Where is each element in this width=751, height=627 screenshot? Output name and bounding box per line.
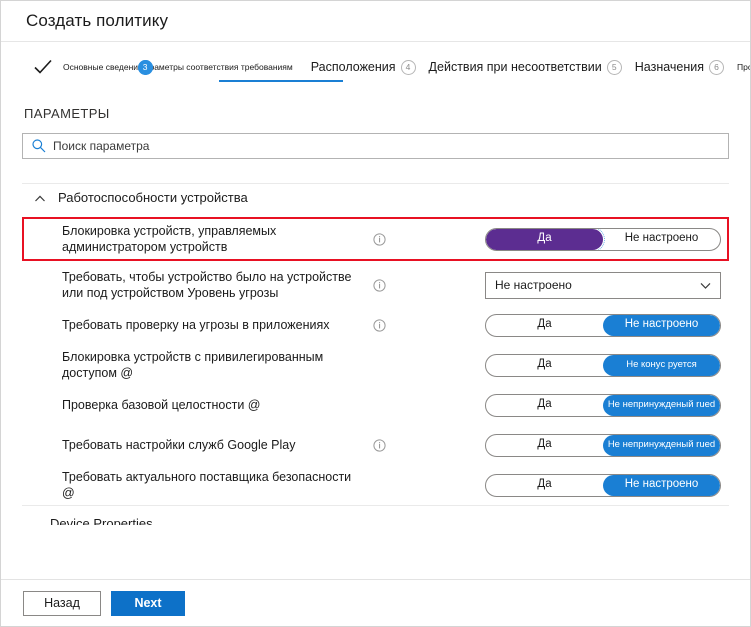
search-box[interactable] [22, 133, 729, 159]
setting-label: Требовать, чтобы устройство было на устр… [62, 270, 352, 300]
pill-option-yes[interactable]: Да [486, 475, 603, 496]
wizard-step-review[interactable]: Проверка [728, 42, 751, 92]
setting-row: Требовать, чтобы устройство было на устр… [22, 265, 729, 305]
page-title: Создать политику [26, 10, 169, 30]
pill-option-yes[interactable]: Да [486, 355, 603, 376]
wizard-step-assignments[interactable]: Назначения 6 [626, 42, 728, 92]
setting-label: Блокировка устройств с привилегированным… [62, 350, 324, 380]
chevron-up-icon [34, 192, 46, 204]
setting-control: Да Не настроено [485, 473, 721, 497]
pill-option-not-configured[interactable]: Не настроено [603, 314, 720, 336]
wizard-step-label: Параметры соответствия требованиям [138, 62, 293, 72]
toggle-pill[interactable]: Да Не непринужденый rued [485, 433, 721, 457]
pill-option-not-configured[interactable]: Не конус руется [603, 354, 720, 376]
setting-label: Требовать проверку на угрозы в приложени… [62, 318, 330, 332]
setting-row: Проверка базовой целостности @ Да Не неп… [22, 385, 729, 425]
settings-panel: ПАРАМЕТРЫ Работоспособности устройства [0, 92, 751, 527]
setting-control: Да Не непринужденый rued [485, 393, 721, 417]
info-icon[interactable] [372, 232, 386, 246]
setting-label: Блокировка устройств, управляемых админи… [62, 224, 277, 254]
wizard-step-label: Действия при несоответствии [428, 60, 602, 74]
info-icon-slot[interactable] [362, 438, 396, 452]
toggle-pill[interactable]: Да Не непринужденый rued [485, 393, 721, 417]
settings-caption: ПАРАМЕТРЫ [24, 106, 110, 121]
step-marker-3: 3 [137, 59, 153, 75]
step-marker-6: 6 [709, 59, 725, 75]
info-icon-slot[interactable] [362, 278, 396, 292]
next-group-clipped[interactable]: Device Properties [22, 505, 729, 527]
check-icon [32, 56, 54, 78]
setting-row: Требовать актуального поставщика безопас… [22, 465, 729, 505]
setting-control: Да Не непринужденый rued [485, 433, 721, 457]
setting-label: Требовать актуального поставщика безопас… [62, 470, 352, 500]
threat-level-dropdown[interactable]: Не настроено [485, 271, 721, 299]
setting-label: Проверка базовой целостности @ [62, 398, 261, 412]
next-button[interactable]: Next [111, 590, 185, 616]
wizard-step-noncompliance-actions[interactable]: Действия при несоответствии 5 [420, 42, 626, 92]
chevron-down-icon [699, 279, 712, 292]
settings-rows: Блокировка устройств, управляемых админи… [22, 217, 729, 505]
toggle-pill[interactable]: Да Не настроено [485, 227, 721, 251]
wizard-step-compliance-settings[interactable]: 2 Параметры соответствия требованиям 3 [130, 42, 302, 92]
pill-option-yes[interactable]: Да [486, 228, 605, 250]
search-icon [31, 138, 47, 154]
setting-row: Требовать проверку на угрозы в приложени… [22, 305, 729, 345]
wizard-step-label: Расположения [310, 60, 396, 74]
step-marker-4: 4 [400, 59, 416, 75]
setting-row: Требовать настройки служб Google Play Да… [22, 425, 729, 465]
pill-option-not-configured[interactable]: Не настроено [603, 474, 720, 496]
setting-label: Требовать настройки служб Google Play [62, 438, 296, 452]
wizard-step-locations[interactable]: Расположения 4 [302, 42, 420, 92]
setting-row: Блокировка устройств с привилегированным… [22, 345, 729, 385]
settings-group-header[interactable]: Работоспособности устройства [22, 183, 729, 211]
pill-option-not-configured[interactable]: Не настроено [603, 229, 720, 250]
back-button[interactable]: Назад [23, 590, 101, 616]
info-icon-slot[interactable] [362, 232, 396, 246]
setting-control: Да Не настроено [485, 227, 721, 251]
toggle-pill[interactable]: Да Не настроено [485, 313, 721, 337]
setting-row: Блокировка устройств, управляемых админи… [22, 217, 729, 261]
toggle-pill[interactable]: Да Не конус руется [485, 353, 721, 377]
next-group-title: Device Properties [50, 517, 153, 525]
wizard-footer: Назад Next [1, 579, 750, 626]
setting-control: Да Не настроено [485, 313, 721, 337]
dropdown-value: Не настроено [495, 278, 572, 292]
create-policy-window: Создать политику Основные сведения 2 Пар… [0, 0, 751, 627]
info-icon[interactable] [372, 438, 386, 452]
pill-option-yes[interactable]: Да [486, 315, 603, 336]
info-icon[interactable] [372, 278, 386, 292]
pill-option-yes[interactable]: Да [486, 435, 603, 456]
search-input[interactable] [53, 139, 720, 153]
pill-option-not-configured[interactable]: Не непринужденый rued [603, 394, 720, 416]
wizard-step-label: Проверка [737, 62, 751, 72]
info-icon[interactable] [372, 318, 386, 332]
info-icon-slot[interactable] [362, 318, 396, 332]
setting-control: Да Не конус руется [485, 353, 721, 377]
wizard-steps: Основные сведения 2 Параметры соответств… [0, 42, 751, 92]
settings-group-title: Работоспособности устройства [58, 190, 248, 205]
setting-control: Не настроено [485, 271, 721, 299]
wizard-step-label: Назначения [634, 60, 705, 74]
step-marker-5: 5 [606, 59, 622, 75]
pill-option-yes[interactable]: Да [486, 395, 603, 416]
pill-option-not-configured[interactable]: Не непринужденый rued [603, 434, 720, 456]
active-step-underline [219, 79, 343, 82]
window-titlebar: Создать политику [0, 0, 751, 42]
toggle-pill[interactable]: Да Не настроено [485, 473, 721, 497]
